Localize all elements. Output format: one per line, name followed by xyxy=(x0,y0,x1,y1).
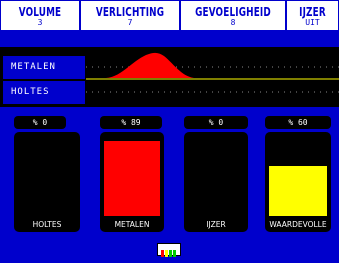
lighting-setting[interactable]: VERLICHTING 7 xyxy=(80,0,180,31)
sensitivity-setting[interactable]: GEVOELIGHEID 8 xyxy=(180,0,286,31)
graph-label-metals: METALEN xyxy=(3,56,85,79)
meter-iron: IJZER xyxy=(184,132,248,232)
sensitivity-label: GEVOELIGHEID xyxy=(195,5,271,19)
meter-metals: METALEN xyxy=(100,132,164,232)
metals-percent: % 89 xyxy=(100,116,162,129)
meter-fill-valuables xyxy=(269,166,327,216)
signal-graph xyxy=(86,52,339,93)
metal-signal-curve xyxy=(106,52,194,78)
meter-label-iron: IJZER xyxy=(206,220,226,229)
meter-fill-metals xyxy=(104,141,160,216)
battery-icon xyxy=(157,243,181,257)
voids-percent: % 0 xyxy=(14,116,66,129)
lighting-value: 7 xyxy=(127,18,133,27)
meter-label-voids: HOLTES xyxy=(32,220,62,229)
meter-label-valuables: WAARDEVOLLE xyxy=(269,220,327,229)
iron-value: UIT xyxy=(305,18,320,27)
valuables-percent: % 60 xyxy=(265,116,331,129)
meter-valuables: WAARDEVOLLE xyxy=(265,132,331,232)
volume-setting[interactable]: VOLUME 3 xyxy=(0,0,80,31)
battery-cells xyxy=(161,250,176,257)
sensitivity-value: 8 xyxy=(230,18,236,27)
meter-label-metals: METALEN xyxy=(114,220,150,229)
volume-label: VOLUME xyxy=(18,5,62,19)
iron-percent: % 0 xyxy=(184,116,248,129)
volume-value: 3 xyxy=(37,18,43,27)
iron-setting[interactable]: IJZER UIT xyxy=(286,0,339,31)
lighting-label: VERLICHTING xyxy=(95,5,165,19)
meter-voids: HOLTES xyxy=(14,132,80,232)
iron-label: IJZER xyxy=(299,5,326,19)
graph-label-voids: HOLTES xyxy=(3,81,85,104)
